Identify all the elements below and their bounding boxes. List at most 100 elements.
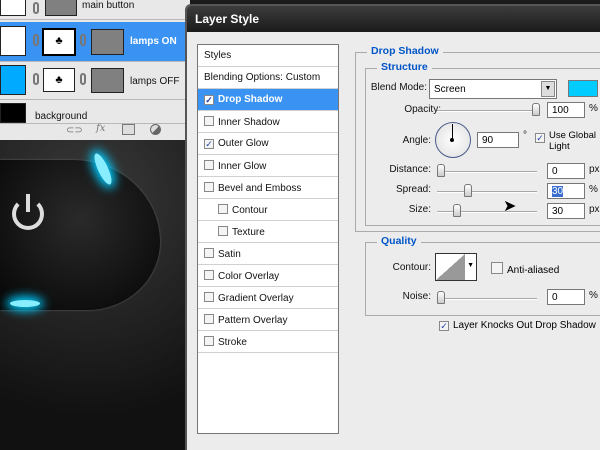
- style-item-label: Texture: [232, 227, 265, 238]
- blend-mode-select[interactable]: Screen ▼: [429, 79, 557, 99]
- angle-input[interactable]: 90: [477, 132, 519, 148]
- checkbox-unchecked-icon: [491, 262, 503, 274]
- canvas-artwork: [0, 140, 190, 450]
- checkbox-unchecked-icon[interactable]: [204, 160, 214, 170]
- chevron-down-icon: ▼: [467, 262, 474, 269]
- style-item-inner-shadow[interactable]: Inner Shadow: [198, 111, 338, 133]
- lamp-glow: [10, 300, 40, 307]
- drop-shadow-title: Drop Shadow: [367, 45, 443, 57]
- layer-row-lamps-on[interactable]: ♣ lamps ON: [0, 22, 190, 62]
- layer-row-background[interactable]: background: [0, 100, 190, 124]
- checkbox-unchecked-icon[interactable]: [218, 226, 228, 236]
- dialog-title: Layer Style: [187, 6, 600, 32]
- link-icon: [33, 34, 39, 46]
- structure-title: Structure: [377, 61, 432, 73]
- layer-thumbnail: [0, 65, 26, 95]
- distance-slider[interactable]: [437, 171, 537, 173]
- contour-label: Contour:: [392, 262, 431, 273]
- use-global-light-checkbox[interactable]: ✓ Use Global Light: [535, 130, 599, 152]
- distance-slider-handle[interactable]: [437, 164, 445, 177]
- checkbox-checked-icon: ✓: [439, 321, 449, 331]
- fx-icon[interactable]: fx: [96, 123, 105, 134]
- styles-header[interactable]: Styles: [198, 45, 338, 67]
- link-icon[interactable]: ⊂⊃: [66, 125, 86, 136]
- quality-title: Quality: [377, 235, 421, 247]
- link-icon: [33, 73, 39, 85]
- style-item-color-overlay[interactable]: Color Overlay: [198, 265, 338, 287]
- style-item-label: Bevel and Emboss: [218, 183, 302, 194]
- blend-mode-label: Blend Mode:: [370, 82, 427, 93]
- spread-input[interactable]: 30: [547, 183, 585, 199]
- checkbox-unchecked-icon[interactable]: [204, 270, 214, 280]
- style-item-texture[interactable]: Texture: [198, 221, 338, 243]
- checkbox-checked-icon[interactable]: ✓: [204, 95, 214, 105]
- layer-row-lamps-off[interactable]: ♣ lamps OFF: [0, 62, 190, 100]
- layer-name: background: [35, 111, 88, 122]
- checkbox-unchecked-icon[interactable]: [204, 292, 214, 302]
- style-item-label: Contour: [232, 205, 268, 216]
- checkbox-unchecked-icon[interactable]: [204, 314, 214, 324]
- checkbox-unchecked-icon[interactable]: [204, 182, 214, 192]
- noise-input[interactable]: 0: [547, 289, 585, 305]
- style-item-label: Stroke: [218, 337, 247, 348]
- size-slider[interactable]: [437, 211, 537, 213]
- size-slider-handle[interactable]: [453, 204, 461, 217]
- layer-thumbnail: [0, 26, 26, 56]
- noise-slider[interactable]: [437, 298, 537, 300]
- style-item-label: Drop Shadow: [218, 94, 283, 105]
- checkbox-unchecked-icon[interactable]: [204, 336, 214, 346]
- shadow-color-swatch[interactable]: [568, 80, 598, 97]
- layers-panel: main button ♣ lamps ON ♣ lamps OFF backg…: [0, 0, 190, 140]
- style-item-gradient-overlay[interactable]: Gradient Overlay: [198, 287, 338, 309]
- spread-slider[interactable]: [437, 191, 537, 193]
- layer-thumbnail: [0, 0, 26, 16]
- layer-name: main button: [82, 0, 135, 11]
- button-shape: [0, 160, 160, 310]
- size-unit: px: [589, 204, 600, 215]
- mask-thumbnail: [91, 29, 124, 55]
- style-item-bevel-and-emboss[interactable]: Bevel and Emboss: [198, 177, 338, 199]
- noise-slider-handle[interactable]: [437, 291, 445, 304]
- style-item-contour[interactable]: Contour: [198, 199, 338, 221]
- layer-row-main-button[interactable]: main button: [0, 0, 190, 20]
- style-item-inner-glow[interactable]: Inner Glow: [198, 155, 338, 177]
- anti-aliased-checkbox[interactable]: Anti-aliased: [491, 262, 559, 276]
- blending-options[interactable]: Blending Options: Custom: [198, 67, 338, 89]
- distance-input[interactable]: 0: [547, 163, 585, 179]
- angle-dial[interactable]: [435, 122, 471, 158]
- style-item-outer-glow[interactable]: ✓ Outer Glow: [198, 133, 338, 155]
- spread-value-selected: 30: [552, 186, 564, 197]
- checkbox-unchecked-icon[interactable]: [204, 116, 214, 126]
- link-icon: [33, 2, 39, 14]
- opacity-slider-handle[interactable]: [532, 103, 540, 116]
- style-item-pattern-overlay[interactable]: Pattern Overlay: [198, 309, 338, 331]
- style-item-label: Color Overlay: [218, 271, 280, 282]
- size-input[interactable]: 30: [547, 203, 585, 219]
- styles-list: Styles Blending Options: Custom ✓ Drop Sh…: [197, 44, 339, 434]
- layer-knocks-out-label: Layer Knocks Out Drop Shadow: [453, 320, 596, 331]
- distance-label: Distance:: [389, 164, 431, 175]
- layer-knocks-out-checkbox[interactable]: ✓ Layer Knocks Out Drop Shadow: [439, 320, 600, 331]
- style-item-stroke[interactable]: Stroke: [198, 331, 338, 353]
- checkbox-unchecked-icon[interactable]: [204, 248, 214, 258]
- style-item-label: Inner Glow: [218, 161, 267, 172]
- style-item-drop-shadow[interactable]: ✓ Drop Shadow: [198, 89, 338, 111]
- checkbox-checked-icon: ✓: [535, 133, 545, 143]
- adjustment-icon[interactable]: [150, 124, 161, 135]
- spread-unit: %: [589, 184, 598, 195]
- spread-slider-handle[interactable]: [464, 184, 472, 197]
- mask-thumbnail: [45, 0, 77, 16]
- noise-unit: %: [589, 290, 598, 301]
- checkbox-unchecked-icon[interactable]: [218, 204, 228, 214]
- style-item-satin[interactable]: Satin: [198, 243, 338, 265]
- layer-name: lamps OFF: [130, 76, 180, 87]
- opacity-slider[interactable]: [437, 110, 539, 112]
- mask-icon[interactable]: [122, 124, 135, 135]
- blend-mode-value: Screen: [434, 84, 466, 95]
- opacity-input[interactable]: 100: [547, 102, 585, 118]
- power-icon-bar: [26, 194, 30, 212]
- contour-picker[interactable]: ▼: [435, 253, 477, 281]
- checkbox-checked-icon[interactable]: ✓: [204, 139, 214, 149]
- angle-unit: °: [523, 130, 527, 141]
- opacity-label: Opacity:: [404, 104, 441, 115]
